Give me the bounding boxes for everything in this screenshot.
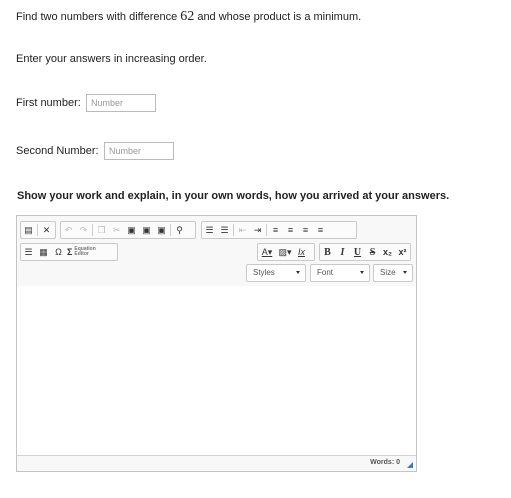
rich-text-editor: ▤ ✕ ↶ ↷ ❐ ✂ ▣ ▣ ▣ ⚲ ☰ ☰ ⇤ ⇥ ≡ ≡ ≡ ≡ ☰ ▦ … <box>16 215 417 472</box>
indent-icon[interactable]: ⇥ <box>251 223 264 237</box>
equation-editor-button[interactable]: Σ Equation Editor <box>67 245 96 259</box>
undo-icon[interactable]: ↶ <box>62 223 75 237</box>
copy-icon[interactable]: ❐ <box>95 223 108 237</box>
outdent-icon[interactable]: ⇤ <box>236 223 249 237</box>
align-left-icon[interactable]: ≡ <box>269 223 282 237</box>
superscript-icon[interactable]: x² <box>396 245 409 259</box>
question-prefix: Find two numbers with difference <box>16 11 181 23</box>
horizontal-line-icon[interactable]: ☰ <box>22 245 35 259</box>
search-icon[interactable]: ⚲ <box>173 223 186 237</box>
bold-icon[interactable]: B <box>321 245 334 259</box>
remove-format-icon[interactable]: Ix <box>295 245 308 259</box>
work-heading: Show your work and explain, in your own … <box>17 190 450 202</box>
toolbar-separator <box>92 224 93 236</box>
styles-dropdown-label: Styles <box>253 268 275 277</box>
chevron-down-icon <box>403 271 407 274</box>
text-color-icon[interactable]: A ▾ <box>259 245 275 259</box>
strikethrough-icon[interactable]: S <box>366 245 379 259</box>
toolbar-group-clipboard: ↶ ↷ ❐ ✂ ▣ ▣ ▣ ⚲ <box>60 221 196 239</box>
toolbar-group-paragraph: ☰ ☰ ⇤ ⇥ ≡ ≡ ≡ ≡ <box>201 221 357 239</box>
toolbar-separator <box>233 224 234 236</box>
font-dropdown[interactable]: Font <box>310 264 370 282</box>
question-text: Find two numbers with difference 62 and … <box>16 9 361 25</box>
second-number-label: Second Number: <box>16 145 99 157</box>
editor-toolbar: ▤ ✕ ↶ ↷ ❐ ✂ ▣ ▣ ▣ ⚲ ☰ ☰ ⇤ ⇥ ≡ ≡ ≡ ≡ ☰ ▦ … <box>17 216 416 287</box>
special-char-icon[interactable]: Ω <box>52 245 65 259</box>
word-count: Words: 0 <box>370 459 400 466</box>
resize-handle-icon[interactable] <box>407 462 413 468</box>
question-number: 62 <box>180 9 195 24</box>
toolbar-separator <box>266 224 267 236</box>
equation-editor-label: Equation Editor <box>74 247 95 257</box>
align-center-icon[interactable]: ≡ <box>284 223 297 237</box>
numbered-list-icon[interactable]: ☰ <box>203 223 216 237</box>
editor-content-area[interactable] <box>17 286 416 456</box>
toolbar-group-colors: A ▾ ▨▾ Ix <box>257 243 315 261</box>
size-dropdown[interactable]: Size <box>373 264 413 282</box>
toolbar-group-basicstyles: B I U S x₂ x² <box>319 243 411 261</box>
background-color-icon[interactable]: ▨▾ <box>277 245 293 259</box>
first-number-label: First number: <box>16 97 81 109</box>
redo-icon[interactable]: ↷ <box>77 223 90 237</box>
instruction-text: Enter your answers in increasing order. <box>16 53 207 65</box>
chevron-down-icon <box>360 271 364 274</box>
toolbar-separator <box>37 224 38 236</box>
font-dropdown-label: Font <box>317 268 334 277</box>
styles-dropdown[interactable]: Styles <box>246 264 306 282</box>
paste-word-icon[interactable]: ▣ <box>155 223 168 237</box>
question-suffix: and whose product is a minimum. <box>194 11 362 23</box>
chevron-down-icon <box>296 271 300 274</box>
second-number-input[interactable] <box>104 142 174 160</box>
source-icon[interactable]: ▤ <box>22 223 35 237</box>
align-right-icon[interactable]: ≡ <box>299 223 312 237</box>
paste-text-icon[interactable]: ▣ <box>140 223 153 237</box>
justify-icon[interactable]: ≡ <box>314 223 327 237</box>
maximize-icon[interactable]: ✕ <box>40 223 53 237</box>
table-icon[interactable]: ▦ <box>37 245 50 259</box>
cut-icon[interactable]: ✂ <box>110 223 123 237</box>
toolbar-group-document: ▤ ✕ <box>20 221 56 239</box>
bulleted-list-icon[interactable]: ☰ <box>218 223 231 237</box>
subscript-icon[interactable]: x₂ <box>381 245 394 259</box>
text-color-label: A <box>261 247 268 257</box>
underline-icon[interactable]: U <box>351 245 364 259</box>
editor-statusbar: Words: 0 <box>17 455 416 471</box>
italic-icon[interactable]: I <box>336 245 349 259</box>
sigma-icon: Σ <box>67 247 73 257</box>
toolbar-separator <box>170 224 171 236</box>
equation-label-line2: Editor <box>74 251 89 257</box>
first-number-input[interactable] <box>86 94 156 112</box>
size-dropdown-label: Size <box>380 268 396 277</box>
toolbar-group-insert: ☰ ▦ Ω Σ Equation Editor <box>20 243 118 261</box>
paste-icon[interactable]: ▣ <box>125 223 138 237</box>
